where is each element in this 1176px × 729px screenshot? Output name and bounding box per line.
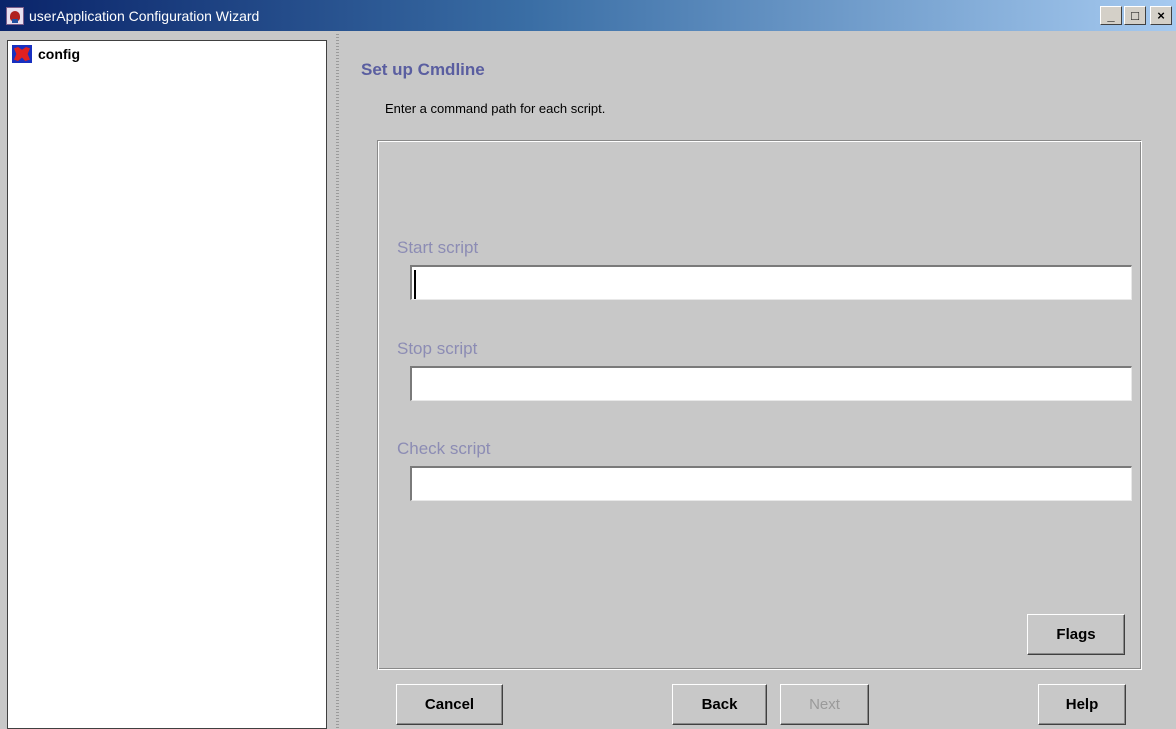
- window-title: userApplication Configuration Wizard: [29, 8, 260, 24]
- tree-node-label: config: [38, 46, 80, 62]
- tree-panel: config: [7, 40, 327, 729]
- close-button[interactable]: ×: [1150, 6, 1172, 25]
- minimize-button[interactable]: _: [1100, 6, 1122, 25]
- help-button[interactable]: Help: [1038, 684, 1126, 725]
- script-fields-panel: [377, 140, 1142, 670]
- flags-button[interactable]: Flags: [1027, 614, 1125, 655]
- stop-script-input[interactable]: [410, 366, 1132, 401]
- cancel-button[interactable]: Cancel: [396, 684, 503, 725]
- next-button[interactable]: Next: [780, 684, 869, 725]
- maximize-button[interactable]: □: [1124, 6, 1146, 25]
- check-script-input[interactable]: [410, 466, 1132, 501]
- instruction-text: Enter a command path for each script.: [385, 101, 606, 116]
- app-icon: [6, 7, 24, 25]
- window-controls: _ □ ×: [1100, 6, 1172, 25]
- pane-splitter[interactable]: [329, 34, 345, 729]
- back-button[interactable]: Back: [672, 684, 767, 725]
- title-bar[interactable]: userApplication Configuration Wizard _ □…: [0, 0, 1176, 31]
- tree-node-config[interactable]: config: [12, 45, 80, 63]
- page-title: Set up Cmdline: [361, 60, 485, 79]
- check-script-label: Check script: [397, 439, 491, 458]
- start-script-label: Start script: [397, 238, 479, 257]
- config-node-icon: [12, 45, 32, 63]
- text-cursor: [414, 270, 416, 299]
- start-script-input[interactable]: [410, 265, 1132, 300]
- stop-script-label: Stop script: [397, 339, 478, 358]
